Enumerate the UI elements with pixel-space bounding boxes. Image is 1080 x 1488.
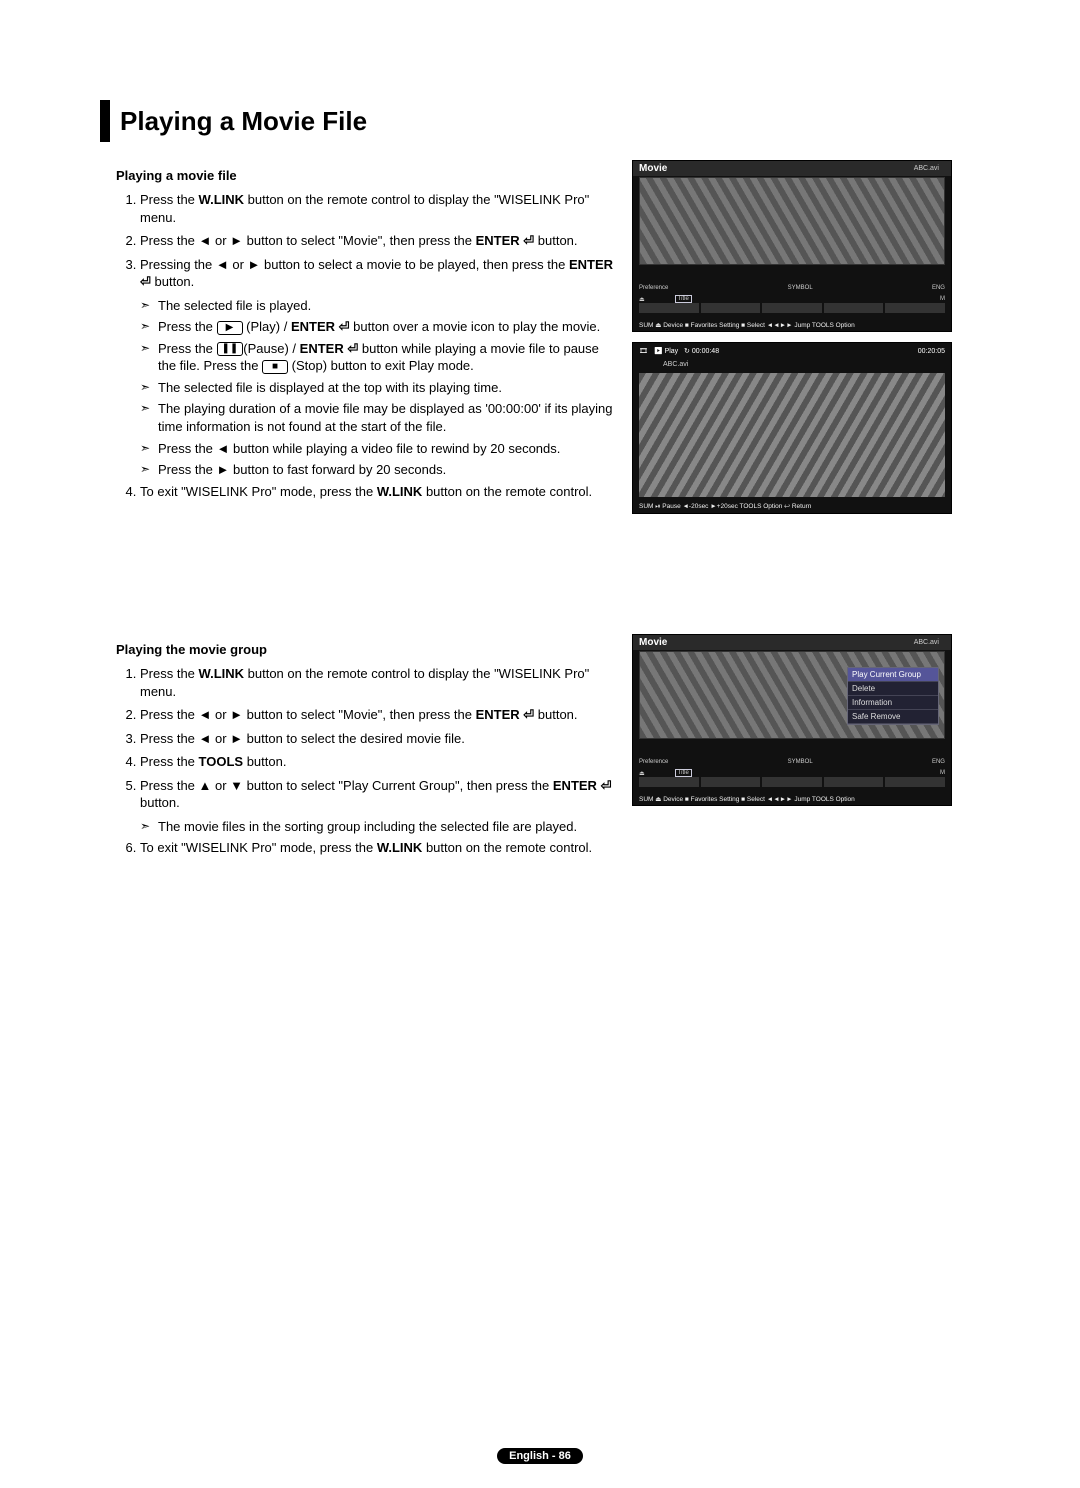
subheading: Playing the movie group	[116, 642, 620, 657]
playback-top: 🎞 ▶ Play ↻ 00:00:48 00:20:05	[639, 347, 945, 355]
note: The selected file is displayed at the to…	[140, 379, 620, 397]
pause-icon: ❚❚	[217, 342, 244, 356]
step-5: Press the ▲ or ▼ button to select "Play …	[140, 777, 620, 812]
video-area	[639, 373, 945, 497]
steps-list-cont: To exit "WISELINK Pro" mode, press the W…	[116, 483, 620, 501]
note: The selected file is played.	[140, 297, 620, 315]
text-column: Playing the movie group Press the W.LINK…	[100, 634, 620, 863]
meta-row: PreferenceSYMBOLENG	[639, 285, 945, 291]
sort-row: ⏏TitleM	[639, 769, 945, 777]
note: Press the ◄ button while playing a video…	[140, 440, 620, 458]
page-number-badge: English - 86	[497, 1448, 583, 1464]
shot-title: Movie	[633, 635, 951, 650]
title-row: Playing a Movie File	[100, 100, 1000, 142]
hint-bar: SUM ⏏ Device ■ Favorites Setting ■ Selec…	[639, 795, 945, 803]
step-4: Press the TOOLS button.	[140, 753, 620, 771]
step-1: Press the W.LINK button on the remote co…	[140, 665, 620, 700]
shot-title: Movie	[633, 161, 951, 176]
steps-list: Press the W.LINK button on the remote co…	[116, 191, 620, 291]
title-bar-decoration	[100, 100, 110, 142]
subheading: Playing a movie file	[116, 168, 620, 183]
steps-list-cont: To exit "WISELINK Pro" mode, press the W…	[116, 839, 620, 857]
manual-page: Playing a Movie File Playing a movie fil…	[0, 0, 1080, 1488]
note: The playing duration of a movie file may…	[140, 400, 620, 435]
enter-icon: ⏎	[339, 319, 350, 334]
enter-icon: ⏎	[523, 707, 534, 722]
menu-item-information[interactable]: Information	[848, 696, 938, 710]
hint-bar: SUM ⏏ Device ■ Favorites Setting ■ Selec…	[639, 321, 945, 329]
screenshot-movie-browser: Movie ABC.avi PreferenceSYMBOLENG ⏏Title…	[632, 160, 952, 332]
page-footer: English - 86	[0, 1447, 1080, 1462]
sort-row: ⏏TitleM	[639, 295, 945, 303]
note: Press the ▶ (Play) / ENTER ⏎ button over…	[140, 318, 620, 336]
screenshots-column: Movie ABC.avi PreferenceSYMBOLENG ⏏Title…	[632, 160, 952, 514]
step-2: Press the ◄ or ► button to select "Movie…	[140, 706, 620, 724]
screenshot-context-menu: Movie ABC.avi Play Current Group Delete …	[632, 634, 952, 806]
tools-menu[interactable]: Play Current Group Delete Information Sa…	[847, 667, 939, 725]
note: Press the ❚❚(Pause) / ENTER ⏎ button whi…	[140, 340, 620, 375]
filename-label: ABC.avi	[663, 361, 688, 368]
enter-icon: ⏎	[523, 233, 534, 248]
step-2: Press the ◄ or ► button to select "Movie…	[140, 232, 620, 250]
step-1: Press the W.LINK button on the remote co…	[140, 191, 620, 226]
hint-bar: SUM ⏯ Pause ◄-20sec ►+20sec TOOLS Option…	[639, 503, 945, 511]
stop-icon: ■	[262, 360, 288, 374]
preview-area	[639, 177, 945, 265]
note: The movie files in the sorting group inc…	[140, 818, 620, 836]
enter-icon: ⏎	[347, 341, 358, 356]
screenshot-movie-playback: 🎞 ▶ Play ↻ 00:00:48 00:20:05 ABC.avi SUM…	[632, 342, 952, 514]
steps-list: Press the W.LINK button on the remote co…	[116, 665, 620, 812]
menu-item-safe-remove[interactable]: Safe Remove	[848, 710, 938, 724]
step-6: To exit "WISELINK Pro" mode, press the W…	[140, 839, 620, 857]
note: Press the ► button to fast forward by 20…	[140, 461, 620, 479]
menu-item-play-current-group[interactable]: Play Current Group	[848, 668, 938, 682]
menu-item-delete[interactable]: Delete	[848, 682, 938, 696]
thumbnail-strip	[639, 777, 945, 787]
enter-icon: ⏎	[140, 274, 151, 289]
thumbnail-strip	[639, 303, 945, 313]
screenshots-column: Movie ABC.avi Play Current Group Delete …	[632, 634, 952, 863]
filename-label: ABC.avi	[914, 165, 939, 172]
step-4: To exit "WISELINK Pro" mode, press the W…	[140, 483, 620, 501]
enter-icon: ⏎	[601, 778, 612, 793]
page-title: Playing a Movie File	[120, 106, 367, 137]
meta-row: PreferenceSYMBOLENG	[639, 759, 945, 765]
play-icon: ▶	[217, 321, 243, 335]
step-3: Press the ◄ or ► button to select the de…	[140, 730, 620, 748]
filename-label: ABC.avi	[914, 639, 939, 646]
step-3: Pressing the ◄ or ► button to select a m…	[140, 256, 620, 291]
section-playing-movie-file: Playing a movie file Press the W.LINK bu…	[100, 160, 1000, 514]
section-playing-movie-group: Playing the movie group Press the W.LINK…	[100, 634, 1000, 863]
text-column: Playing a movie file Press the W.LINK bu…	[100, 160, 620, 514]
